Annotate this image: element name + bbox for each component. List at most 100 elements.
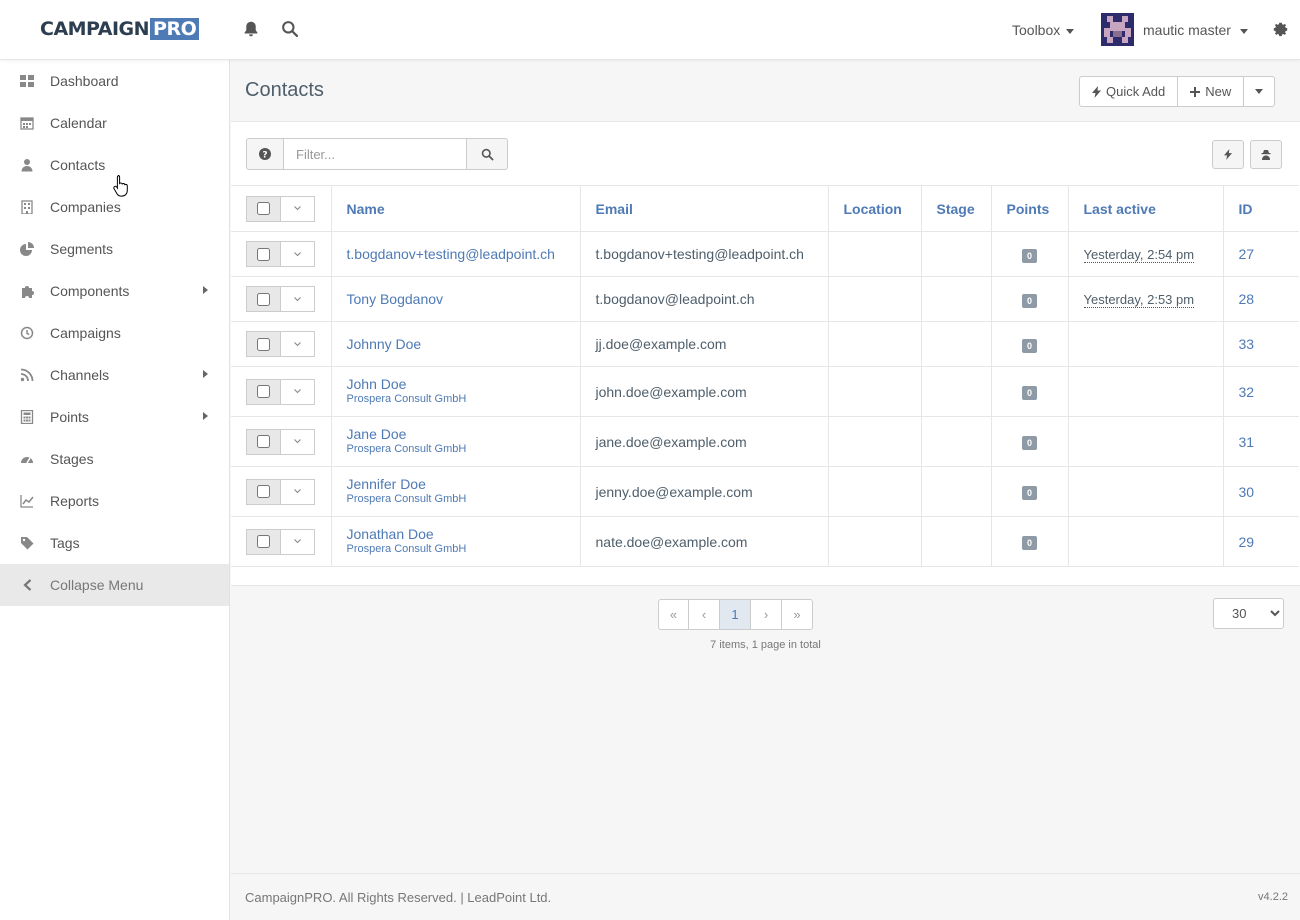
- row-actions-dropdown[interactable]: [281, 286, 315, 312]
- row-checkbox[interactable]: [257, 485, 270, 498]
- filter-input[interactable]: [284, 138, 466, 170]
- quick-add-button[interactable]: Quick Add: [1079, 76, 1179, 107]
- table-row[interactable]: Jennifer Doe Prospera Consult GmbH jenny.d…: [231, 466, 1299, 517]
- cell-name: Tony Bogdanov: [331, 276, 581, 322]
- sidebar-item-tags[interactable]: Tags: [0, 522, 229, 564]
- cell-id: 29: [1223, 516, 1299, 567]
- contact-id-link[interactable]: 27: [1239, 246, 1255, 262]
- row-select-group: [246, 478, 315, 505]
- bell-icon[interactable]: [242, 20, 260, 38]
- filter-search-button[interactable]: [466, 138, 508, 170]
- toolbox-dropdown[interactable]: Toolbox: [1012, 22, 1075, 38]
- row-checkbox[interactable]: [257, 435, 270, 448]
- column-header-name[interactable]: Name: [331, 185, 581, 232]
- cell-last-active: [1068, 366, 1224, 417]
- footer: CampaignPRO. All Rights Reserved. | Lead…: [231, 873, 1300, 920]
- sidebar-item-reports[interactable]: Reports: [0, 480, 229, 522]
- per-page-select[interactable]: 30: [1213, 598, 1284, 629]
- table-row[interactable]: Jane Doe Prospera Consult GmbH jane.doe@ex…: [231, 416, 1299, 467]
- contact-name-link[interactable]: Jonathan Doe: [347, 526, 580, 542]
- brand-logo[interactable]: CAMPAIGN PRO: [40, 18, 200, 40]
- quick-filters-button[interactable]: [1212, 140, 1244, 169]
- sidebar-item-components[interactable]: Components: [0, 270, 229, 312]
- chevron-down-icon: [294, 489, 301, 494]
- table-row[interactable]: John Doe Prospera Consult GmbH john.doe@ex…: [231, 366, 1299, 417]
- column-header-id[interactable]: ID: [1223, 185, 1299, 232]
- cell-location: [828, 276, 922, 322]
- search-icon[interactable]: [281, 20, 299, 38]
- table-row[interactable]: t.bogdanov+testing@leadpoint.ch t.bogdano…: [231, 231, 1299, 277]
- chevron-down-icon: [294, 341, 301, 346]
- cell-points: 0: [991, 516, 1069, 567]
- contact-id-link[interactable]: 30: [1239, 484, 1255, 500]
- column-header-location[interactable]: Location: [828, 185, 922, 232]
- row-actions-dropdown[interactable]: [281, 428, 315, 455]
- contact-name-link[interactable]: John Doe: [347, 376, 580, 392]
- bulk-actions-dropdown[interactable]: [281, 195, 315, 222]
- row-checkbox[interactable]: [257, 385, 270, 398]
- cell-location: [828, 516, 922, 567]
- page-next-button[interactable]: ›: [751, 599, 782, 630]
- row-checkbox[interactable]: [257, 337, 270, 351]
- page-first-button[interactable]: «: [658, 599, 689, 630]
- sidebar-item-stages[interactable]: Stages: [0, 438, 229, 480]
- contact-id-link[interactable]: 31: [1239, 434, 1255, 450]
- row-checkbox[interactable]: [257, 247, 270, 261]
- row-actions-dropdown[interactable]: [281, 528, 315, 555]
- sidebar-collapse-menu[interactable]: Collapse Menu: [0, 564, 229, 606]
- contact-company-link[interactable]: Prospera Consult GmbH: [347, 492, 580, 507]
- contact-name-link[interactable]: Tony Bogdanov: [347, 291, 580, 307]
- contact-name-link[interactable]: t.bogdanov+testing@leadpoint.ch: [347, 246, 580, 262]
- row-checkbox[interactable]: [257, 535, 270, 548]
- contact-name-link[interactable]: Johnny Doe: [347, 336, 580, 352]
- contact-id-link[interactable]: 28: [1239, 291, 1255, 307]
- bolt-icon: [1224, 149, 1232, 160]
- row-actions-dropdown[interactable]: [281, 241, 315, 267]
- column-header-email[interactable]: Email: [580, 185, 829, 232]
- more-actions-dropdown[interactable]: [1244, 76, 1276, 107]
- sidebar-item-campaigns[interactable]: Campaigns: [0, 312, 229, 354]
- page-header: Contacts Quick Add New: [231, 60, 1300, 122]
- gear-icon[interactable]: [1272, 21, 1289, 38]
- contact-id-link[interactable]: 33: [1239, 336, 1255, 352]
- chevron-right-icon: [203, 412, 208, 420]
- table-row[interactable]: Tony Bogdanov t.bogdanov@leadpoint.ch 0 Yes…: [231, 276, 1299, 322]
- contact-company-link[interactable]: Prospera Consult GmbH: [347, 442, 580, 457]
- select-all-checkbox[interactable]: [257, 202, 270, 215]
- column-header-last-active[interactable]: Last active: [1068, 185, 1224, 232]
- last-active-time: Yesterday, 2:54 pm: [1083, 247, 1195, 263]
- contact-name-link[interactable]: Jennifer Doe: [347, 476, 580, 492]
- chevron-right-icon: [203, 370, 208, 378]
- contact-company-link[interactable]: Prospera Consult GmbH: [347, 392, 580, 407]
- avatar[interactable]: [1101, 13, 1134, 46]
- sidebar-item-segments[interactable]: Segments: [0, 228, 229, 270]
- sidebar-item-dashboard[interactable]: Dashboard: [0, 60, 229, 102]
- contact-company-link[interactable]: Prospera Consult GmbH: [347, 542, 580, 557]
- top-navbar: CAMPAIGN PRO Toolbox mautic master: [0, 0, 1300, 60]
- tachometer-icon: [21, 457, 33, 464]
- sidebar-item-points[interactable]: Points: [0, 396, 229, 438]
- row-actions-dropdown[interactable]: [281, 478, 315, 505]
- column-header-points[interactable]: Points: [991, 185, 1069, 232]
- cell-email: jane.doe@example.com: [580, 416, 829, 467]
- table-row[interactable]: Jonathan Doe Prospera Consult GmbH nate.do…: [231, 516, 1299, 567]
- new-button[interactable]: New: [1178, 76, 1245, 107]
- row-checkbox[interactable]: [257, 292, 270, 306]
- filter-help-button[interactable]: ?: [246, 138, 284, 170]
- cell-email: john.doe@example.com: [580, 366, 829, 417]
- table-row[interactable]: Johnny Doe jj.doe@example.com 0 33: [231, 321, 1299, 367]
- column-header-stage[interactable]: Stage: [921, 185, 992, 232]
- contact-name-link[interactable]: Jane Doe: [347, 426, 580, 442]
- anonymous-toggle-button[interactable]: [1250, 140, 1282, 169]
- page-last-button[interactable]: »: [782, 599, 813, 630]
- contact-id-link[interactable]: 29: [1239, 534, 1255, 550]
- user-menu[interactable]: mautic master: [1143, 22, 1248, 38]
- page-current-button[interactable]: 1: [720, 599, 751, 630]
- row-actions-dropdown[interactable]: [281, 378, 315, 405]
- sidebar-item-calendar[interactable]: Calendar: [0, 102, 229, 144]
- page-prev-button[interactable]: ‹: [689, 599, 720, 630]
- sidebar-item-channels[interactable]: Channels: [0, 354, 229, 396]
- row-actions-dropdown[interactable]: [281, 331, 315, 357]
- contact-id-link[interactable]: 32: [1239, 384, 1255, 400]
- pagination: « ‹ 1 › »: [658, 599, 813, 630]
